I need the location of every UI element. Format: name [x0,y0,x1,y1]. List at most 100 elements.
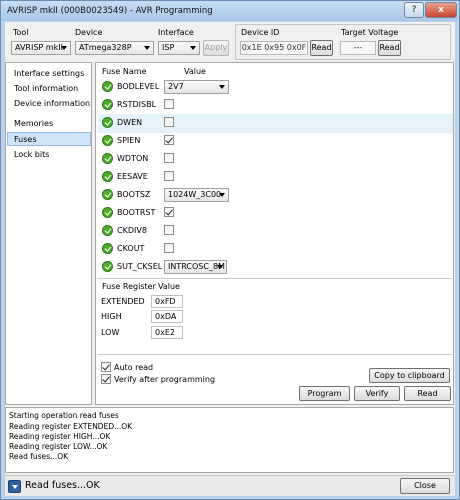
sidebar-item-lock-bits[interactable]: Lock bits [14,150,49,159]
sut-cksel-select[interactable]: INTRCOSC_8M [164,260,227,274]
sidebar-item-memories[interactable]: Memories [14,119,53,128]
section-divider [97,278,452,279]
tool-select[interactable]: AVRISP mkII [11,41,71,55]
chevron-down-icon [219,85,225,89]
fuse-name: BOOTRST [117,208,156,217]
fuse-row-spien: SPIEN [98,132,453,151]
device-select[interactable]: ATmega328P [75,41,154,55]
bootrst-checkbox[interactable] [164,207,174,217]
window-title: AVRISP mkII (000B0023549) - AVR Programm… [7,6,213,16]
chevron-down-icon [219,193,225,197]
interface-select-value: ISP [162,43,175,52]
ok-check-icon [102,171,113,182]
help-button[interactable]: ? [404,2,424,18]
fuse-row-bodlevel: BODLEVEL 2V7 [98,78,453,97]
rstdisbl-checkbox[interactable] [164,99,174,109]
fuse-row-ckout: CKOUT [98,240,453,259]
log-line: Starting operation read fuses [9,411,119,420]
ok-check-icon [102,117,113,128]
log-line: Reading register EXTENDED...OK [9,422,133,431]
status-bar: Read fuses...OK Close [5,475,455,496]
register-value-extended[interactable]: 0xFD [151,295,183,308]
client-area: Tool AVRISP mkII Device ATmega328P Inter… [5,22,455,496]
expand-chevron-icon[interactable] [8,480,21,493]
ckout-checkbox[interactable] [164,243,174,253]
fuse-name: WDTON [117,154,149,163]
target-voltage-field: --- [340,41,376,55]
fuse-row-sut-cksel: SUT_CKSEL INTRCOSC_8M [98,258,453,277]
spien-checkbox[interactable] [164,135,174,145]
dwen-checkbox[interactable] [164,117,174,127]
wdton-checkbox[interactable] [164,153,174,163]
register-value-low[interactable]: 0xE2 [151,326,183,339]
device-id-label: Device ID [241,28,280,37]
bootsz-select[interactable]: 1024W_3C00 [164,188,229,202]
tool-select-value: AVRISP mkII [15,43,63,52]
ok-check-icon [102,261,113,272]
sidebar-item-tool-information[interactable]: Tool information [14,84,78,93]
read-button[interactable]: Read [404,386,451,401]
verify-after-programming-label: Verify after programming [114,375,216,384]
bodlevel-select-value: 2V7 [168,82,184,91]
fuse-row-rstdisbl: RSTDISBL [98,96,453,115]
fuse-row-ckdiv8: CKDIV8 [98,222,453,241]
chevron-down-icon [190,46,196,50]
ok-check-icon [102,135,113,146]
toolbar: Tool AVRISP mkII Device ATmega328P Inter… [5,22,455,62]
device-select-value: ATmega328P [79,43,132,52]
fuse-name: SUT_CKSEL [117,262,163,271]
register-value-header: Value [158,282,180,291]
ok-check-icon [102,207,113,218]
fuse-row-wdton: WDTON [98,150,453,169]
sidebar: Interface settings Tool information Devi… [5,62,92,405]
fuse-name: RSTDISBL [117,100,157,109]
register-name-extended: EXTENDED [101,297,145,306]
fuse-register-header: Fuse Register [102,282,156,291]
verify-after-programming-checkbox[interactable] [101,374,111,384]
register-name-high: HIGH [101,312,122,321]
fuse-name: BOOTSZ [117,190,151,199]
section-divider [97,354,452,355]
program-button[interactable]: Program [299,386,350,401]
register-name-low: LOW [101,328,120,337]
fuse-name: BODLEVEL [117,82,160,91]
fuse-name: SPIEN [117,136,141,145]
title-bar[interactable]: AVRISP mkII (000B0023549) - AVR Programm… [1,1,459,21]
ok-check-icon [102,189,113,200]
auto-read-checkbox[interactable] [101,362,111,372]
output-log[interactable]: Starting operation read fuses Reading re… [5,407,454,473]
fuse-value-header: Value [184,67,206,76]
read-device-id-button[interactable]: Read [310,40,333,56]
log-line: Read fuses...OK [9,452,69,461]
sidebar-item-fuses[interactable]: Fuses [14,135,37,144]
status-text: Read fuses...OK [25,480,100,491]
verify-button[interactable]: Verify [354,386,400,401]
copy-to-clipboard-button[interactable]: Copy to clipboard [369,368,450,383]
fuse-row-dwen: DWEN [98,114,453,133]
register-value-high[interactable]: 0xDA [151,310,183,323]
ok-check-icon [102,225,113,236]
fuse-row-bootrst: BOOTRST [98,204,453,223]
read-voltage-button[interactable]: Read [378,40,401,56]
fuse-row-bootsz: BOOTSZ 1024W_3C00 [98,186,453,205]
log-line: Reading register HIGH...OK [9,432,111,441]
fuse-name: DWEN [117,118,143,127]
interface-select[interactable]: ISP [158,41,200,55]
close-button[interactable]: Close [400,478,450,494]
fuse-name: EESAVE [117,172,148,181]
fuses-panel: Fuse Name Value BODLEVEL 2V7 RSTDISBL DW… [95,62,454,405]
ok-check-icon [102,81,113,92]
ckdiv8-checkbox[interactable] [164,225,174,235]
fuse-name: CKOUT [117,244,145,253]
bodlevel-select[interactable]: 2V7 [164,80,229,94]
ok-check-icon [102,153,113,164]
ok-check-icon [102,243,113,254]
chevron-down-icon [217,265,223,269]
close-window-button[interactable]: x [425,2,457,18]
sidebar-item-interface-settings[interactable]: Interface settings [14,69,84,78]
ok-check-icon [102,99,113,110]
target-voltage-label: Target Voltage [341,28,399,37]
eesave-checkbox[interactable] [164,171,174,181]
apply-button[interactable]: Apply [203,40,229,56]
sidebar-item-device-information[interactable]: Device information [14,99,90,108]
